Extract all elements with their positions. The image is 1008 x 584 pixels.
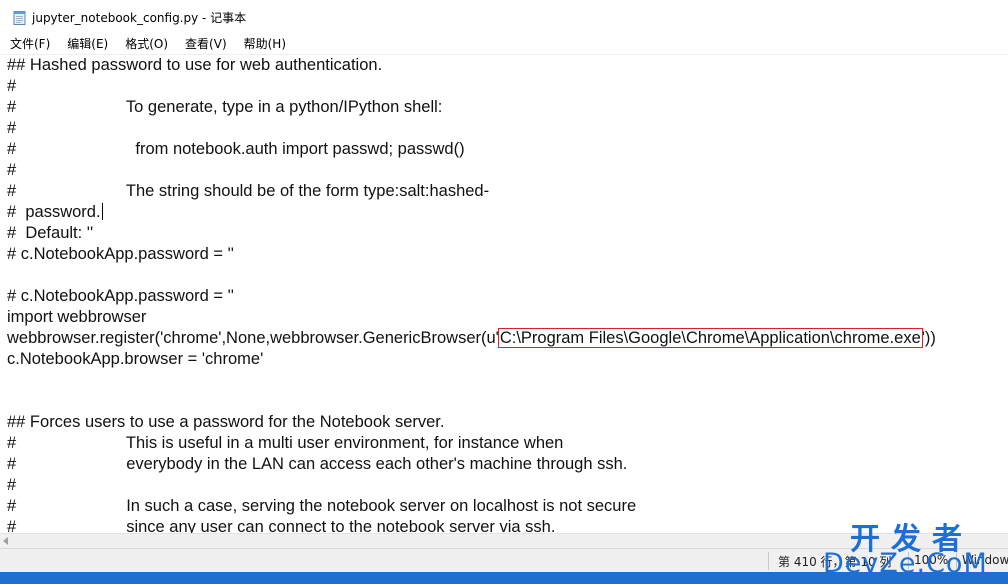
code-line: # This is useful in a multi user environ… — [7, 434, 564, 452]
menu-help[interactable]: 帮助(H) — [234, 34, 293, 54]
highlighted-chrome-path: C:\Program Files\Google\Chrome\Applicati… — [497, 328, 923, 348]
code-line: # The string should be of the form type:… — [7, 182, 490, 200]
code-line-text: # password. — [7, 203, 101, 221]
code-line: import webbrowser — [7, 308, 147, 326]
code-line: # since any user can connect to the note… — [7, 518, 556, 534]
menu-edit[interactable]: 编辑(E) — [57, 34, 115, 54]
code-line: ## Forces users to use a password for th… — [7, 413, 445, 431]
code-line: # everybody in the LAN can access each o… — [7, 455, 628, 473]
code-line: # c.NotebookApp.password = '' — [7, 245, 234, 263]
code-line: # c.NotebookApp.password = '' — [7, 287, 234, 305]
code-line: # from notebook.auth import passwd; pass… — [7, 140, 465, 158]
code-line: # — [7, 476, 17, 494]
code-line: # To generate, type in a python/IPython … — [7, 98, 443, 116]
window-title: jupyter_notebook_config.py - 记事本 — [32, 10, 247, 25]
code-line: ## Hashed password to use for web authen… — [7, 56, 383, 74]
status-divider — [768, 552, 769, 570]
code-line: # Default: '' — [7, 224, 94, 242]
code-line: # — [7, 77, 17, 95]
notepad-window: jupyter_notebook_config.py - 记事本 文件(F) 编… — [0, 0, 1008, 572]
text-editor[interactable]: ## Hashed password to use for web authen… — [0, 54, 1008, 534]
register-prefix: webbrowser.register('chrome',None,webbro… — [7, 329, 499, 347]
code-line: # — [7, 119, 17, 137]
text-caret — [101, 203, 103, 220]
code-line: c.NotebookApp.browser = 'chrome' — [7, 350, 264, 368]
menu-bar: 文件(F) 编辑(E) 格式(O) 查看(V) 帮助(H) — [0, 34, 1008, 54]
code-line: # — [7, 161, 17, 179]
desktop-strip — [0, 572, 1008, 584]
menu-file[interactable]: 文件(F) — [0, 34, 57, 54]
code-line-register: webbrowser.register('chrome',None,webbro… — [7, 328, 936, 349]
code-line-with-caret: # password. — [7, 202, 103, 223]
notepad-icon — [12, 9, 26, 25]
scroll-left-arrow-icon[interactable] — [3, 537, 8, 545]
menu-view[interactable]: 查看(V) — [175, 34, 234, 54]
watermark-devze: DevZe.CoM — [823, 548, 988, 572]
menu-format[interactable]: 格式(O) — [115, 34, 175, 54]
register-suffix: ')) — [921, 329, 936, 347]
title-bar[interactable]: jupyter_notebook_config.py - 记事本 — [0, 0, 1008, 34]
code-line: # In such a case, serving the notebook s… — [7, 497, 637, 515]
